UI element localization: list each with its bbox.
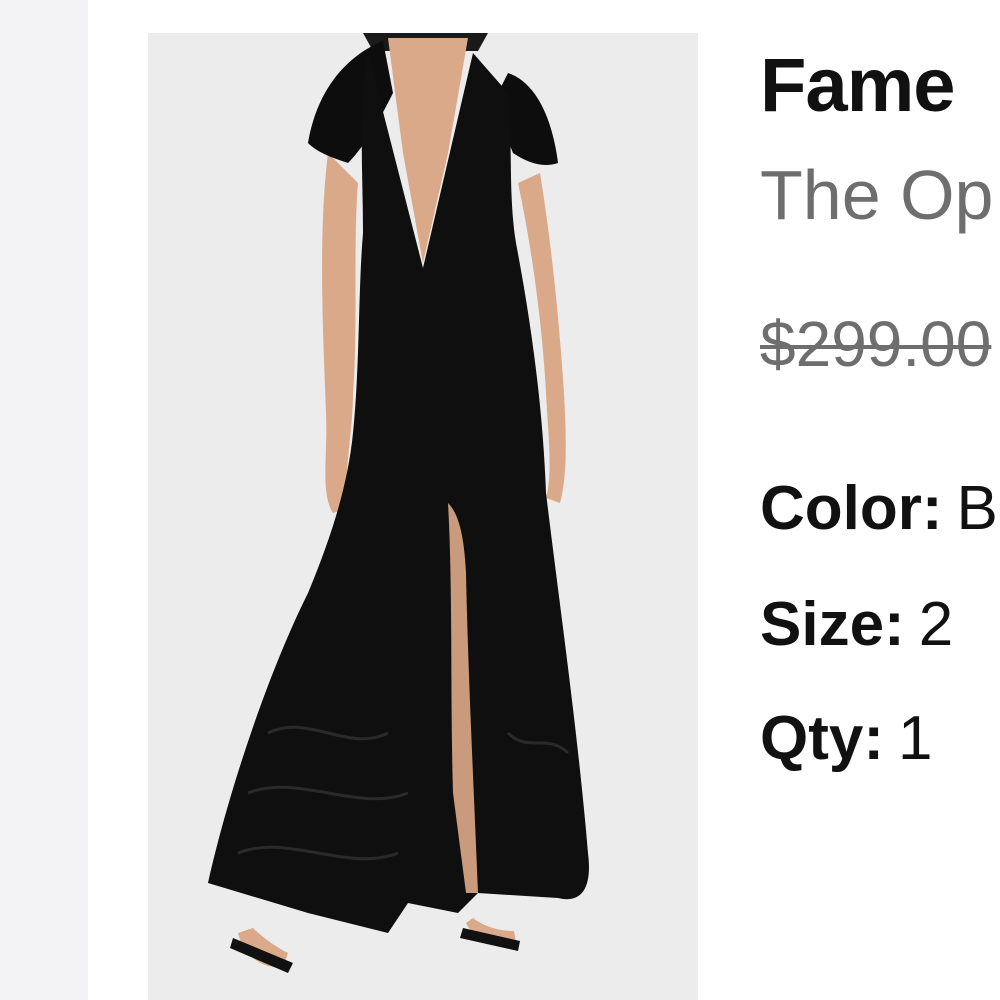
qty-value: 1 (898, 704, 933, 773)
size-row: Size: 2 (760, 594, 953, 656)
brand-name[interactable]: Fame (760, 48, 956, 124)
product-details: Fame The Op $299.00 Color: B Size: 2 Qty: 1 (760, 0, 1000, 1000)
size-value: 2 (918, 590, 954, 659)
product-detail-page: Fame The Op $299.00 Color: B Size: 2 Qty: 1 (0, 0, 1000, 1000)
dress-illustration (148, 33, 698, 1000)
original-price: $299.00 (760, 308, 992, 380)
size-label: Size: (760, 590, 905, 659)
qty-label: Qty: (760, 704, 884, 773)
product-image[interactable] (148, 33, 698, 1000)
color-label: Color: (760, 474, 943, 543)
product-name: The Op (760, 156, 994, 234)
color-row: Color: B (760, 478, 998, 540)
left-rail (0, 0, 88, 1000)
qty-row: Qty: 1 (760, 708, 932, 770)
color-value: B (956, 474, 998, 543)
